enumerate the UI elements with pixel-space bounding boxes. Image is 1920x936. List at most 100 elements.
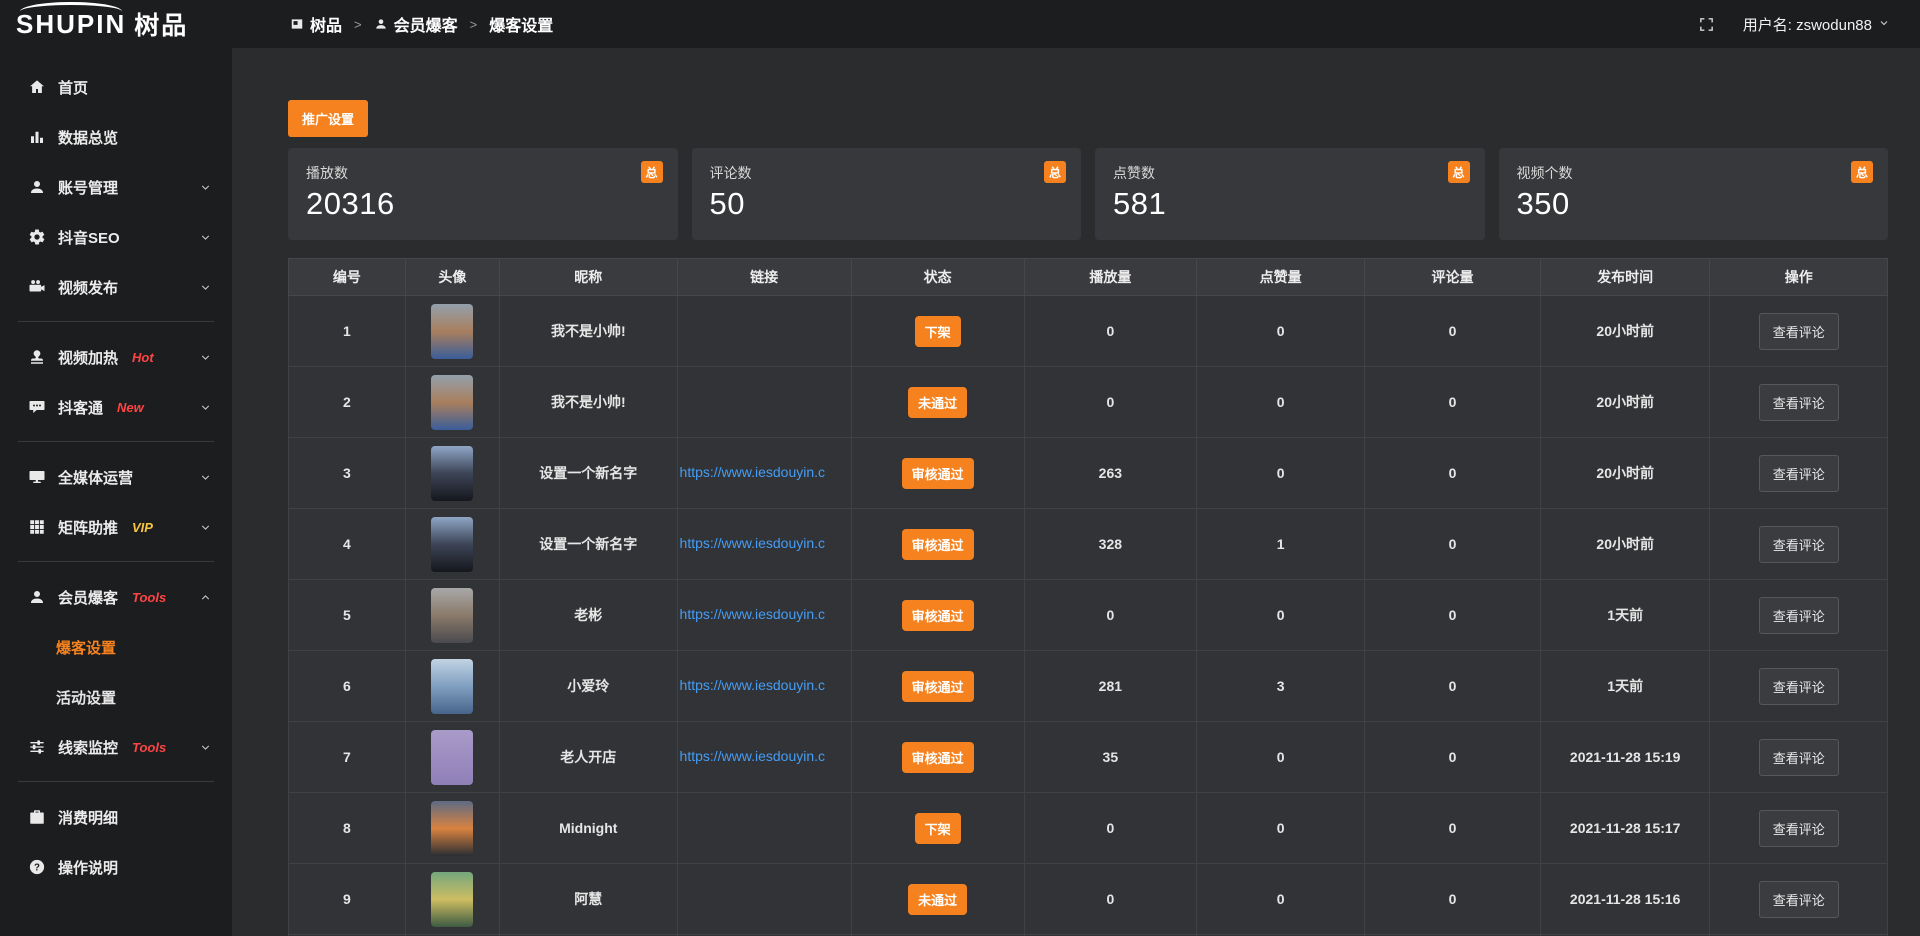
view-comments-button[interactable]: 查看评论 bbox=[1759, 384, 1839, 421]
breadcrumb-item-member-baoke[interactable]: 会员爆客 bbox=[374, 12, 458, 36]
video-link[interactable]: https://www.iesdouyin.c bbox=[680, 606, 826, 622]
sidebar-item-douketong[interactable]: 抖客通New bbox=[0, 382, 232, 432]
cell-publish-time: 20小时前 bbox=[1540, 367, 1709, 438]
cell-likes: 0 bbox=[1197, 864, 1365, 935]
sidebar-item-video-publish[interactable]: 视频发布 bbox=[0, 262, 232, 312]
sidebar-item-operation-guide[interactable]: ?操作说明 bbox=[0, 842, 232, 892]
table-header-row: 编号头像昵称链接状态播放量点赞量评论量发布时间操作 bbox=[289, 259, 1888, 296]
cell-avatar bbox=[405, 864, 499, 935]
cell-id: 9 bbox=[289, 864, 406, 935]
column-header: 昵称 bbox=[500, 259, 677, 296]
username-label: 用户名: zswodun88 bbox=[1743, 14, 1872, 35]
table-row: 6小爱玲https://www.iesdouyin.c审核通过281301天前查… bbox=[289, 651, 1888, 722]
sidebar-item-clue-monitor[interactable]: 线索监控Tools bbox=[0, 722, 232, 772]
sidebar-item-badge: Tools bbox=[132, 740, 166, 755]
cell-id: 5 bbox=[289, 580, 406, 651]
camera-icon bbox=[28, 278, 46, 296]
view-comments-button[interactable]: 查看评论 bbox=[1759, 455, 1839, 492]
sidebar-item-badge: VIP bbox=[132, 520, 153, 535]
cell-id: 3 bbox=[289, 438, 406, 509]
sidebar-item-consume-detail[interactable]: 消费明细 bbox=[0, 792, 232, 842]
cell-link bbox=[677, 864, 851, 935]
user-icon bbox=[28, 588, 46, 606]
view-comments-button[interactable]: 查看评论 bbox=[1759, 739, 1839, 776]
breadcrumb-item-baoke-settings[interactable]: 爆客设置 bbox=[489, 12, 553, 36]
status-badge: 未通过 bbox=[908, 387, 967, 418]
video-link[interactable]: https://www.iesdouyin.c bbox=[680, 464, 826, 480]
cell-nickname: 设置一个新名字 bbox=[500, 509, 677, 580]
cell-action: 查看评论 bbox=[1710, 864, 1888, 935]
cell-comments: 0 bbox=[1365, 509, 1541, 580]
sidebar-subitem-activity-settings[interactable]: 活动设置 bbox=[0, 672, 232, 722]
view-comments-button[interactable]: 查看评论 bbox=[1759, 881, 1839, 918]
stat-value: 350 bbox=[1517, 186, 1871, 222]
sidebar-item-label: 数据总览 bbox=[58, 127, 118, 148]
sidebar-divider bbox=[18, 321, 214, 322]
sidebar: SHUPIN 树品 首页数据总览账号管理抖音SEO视频发布视频加热Hot抖客通N… bbox=[0, 0, 232, 936]
table-row: 3设置一个新名字https://www.iesdouyin.c审核通过26300… bbox=[289, 438, 1888, 509]
table-row: 9阿慧未通过0002021-11-28 15:16查看评论 bbox=[289, 864, 1888, 935]
promotion-settings-button[interactable]: 推广设置 bbox=[288, 100, 368, 137]
avatar bbox=[431, 730, 473, 785]
table-row: 1我不是小帅!下架00020小时前查看评论 bbox=[289, 296, 1888, 367]
view-comments-button[interactable]: 查看评论 bbox=[1759, 668, 1839, 705]
sidebar-item-badge: New bbox=[117, 400, 144, 415]
status-badge: 审核通过 bbox=[902, 671, 974, 702]
user-icon bbox=[28, 178, 46, 196]
chart-icon bbox=[28, 128, 46, 146]
chevron-down-icon bbox=[199, 231, 212, 244]
video-link[interactable]: https://www.iesdouyin.c bbox=[680, 748, 826, 764]
video-link[interactable]: https://www.iesdouyin.c bbox=[680, 535, 826, 551]
stat-value: 581 bbox=[1113, 186, 1467, 222]
cell-publish-time: 2021-11-28 15:16 bbox=[1540, 864, 1709, 935]
column-header: 状态 bbox=[851, 259, 1024, 296]
sidebar-item-member-baoke[interactable]: 会员爆客Tools bbox=[0, 572, 232, 622]
cell-comments: 0 bbox=[1365, 864, 1541, 935]
sidebar-item-home[interactable]: 首页 bbox=[0, 62, 232, 112]
sidebar-item-douyin-seo[interactable]: 抖音SEO bbox=[0, 212, 232, 262]
cell-comments: 0 bbox=[1365, 580, 1541, 651]
cell-id: 7 bbox=[289, 722, 406, 793]
cell-plays: 0 bbox=[1024, 580, 1197, 651]
logo: SHUPIN 树品 bbox=[0, 0, 232, 48]
sidebar-item-matrix-boost[interactable]: 矩阵助推 VIP bbox=[0, 502, 232, 552]
sidebar-divider bbox=[18, 441, 214, 442]
view-comments-button[interactable]: 查看评论 bbox=[1759, 313, 1839, 350]
cell-id: 4 bbox=[289, 509, 406, 580]
status-badge: 审核通过 bbox=[902, 458, 974, 489]
cell-comments: 0 bbox=[1365, 367, 1541, 438]
view-comments-button[interactable]: 查看评论 bbox=[1759, 597, 1839, 634]
cell-comments: 0 bbox=[1365, 793, 1541, 864]
topbar: 树品>会员爆客>爆客设置 用户名: zswodun88 bbox=[232, 0, 1920, 48]
stat-label: 视频个数 bbox=[1517, 163, 1871, 183]
column-header: 头像 bbox=[405, 259, 499, 296]
view-comments-button[interactable]: 查看评论 bbox=[1759, 526, 1839, 563]
username-dropdown[interactable]: 用户名: zswodun88 bbox=[1743, 14, 1890, 35]
user-area: 用户名: zswodun88 bbox=[1698, 14, 1890, 35]
table-body: 1我不是小帅!下架00020小时前查看评论2我不是小帅!未通过00020小时前查… bbox=[289, 296, 1888, 936]
breadcrumb-label: 树品 bbox=[310, 12, 342, 36]
cell-likes: 0 bbox=[1197, 296, 1365, 367]
video-link[interactable]: https://www.iesdouyin.c bbox=[680, 677, 826, 693]
sidebar-item-account-management[interactable]: 账号管理 bbox=[0, 162, 232, 212]
sidebar-item-label: 全媒体运营 bbox=[58, 467, 133, 488]
sidebar-item-label: 会员爆客 bbox=[58, 587, 118, 608]
cell-id: 6 bbox=[289, 651, 406, 722]
status-badge: 下架 bbox=[915, 813, 961, 844]
cell-plays: 281 bbox=[1024, 651, 1197, 722]
breadcrumb-label: 会员爆客 bbox=[394, 12, 458, 36]
cell-plays: 0 bbox=[1024, 864, 1197, 935]
cell-plays: 0 bbox=[1024, 367, 1197, 438]
sidebar-item-data-overview[interactable]: 数据总览 bbox=[0, 112, 232, 162]
total-badge: 总 bbox=[1851, 161, 1873, 183]
cell-likes: 0 bbox=[1197, 580, 1365, 651]
sidebar-item-label: 矩阵助推 bbox=[58, 517, 118, 538]
sidebar-item-video-heat[interactable]: 视频加热Hot bbox=[0, 332, 232, 382]
sidebar-item-media-operation[interactable]: 全媒体运营 bbox=[0, 452, 232, 502]
breadcrumb-item-shupin[interactable]: 树品 bbox=[290, 12, 342, 36]
view-comments-button[interactable]: 查看评论 bbox=[1759, 810, 1839, 847]
status-badge: 下架 bbox=[915, 316, 961, 347]
status-badge: 未通过 bbox=[908, 884, 967, 915]
sidebar-subitem-baoke-settings[interactable]: 爆客设置 bbox=[0, 622, 232, 672]
fullscreen-icon[interactable] bbox=[1698, 16, 1715, 33]
